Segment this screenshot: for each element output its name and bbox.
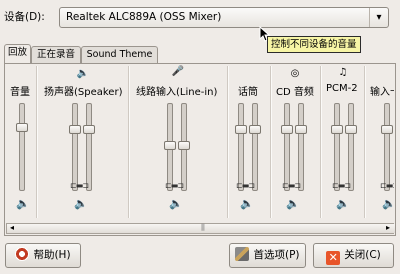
speaker-icon[interactable]: 🔈 [169, 197, 183, 210]
cd-icon: ◎ [290, 68, 300, 79]
slider-cd-left[interactable] [284, 103, 290, 191]
slider-thumb[interactable] [69, 125, 81, 135]
channel-lock-icon[interactable]: ⊏▬⊐ [380, 181, 394, 190]
channel-label-cd: CD 音频 [276, 87, 314, 98]
channel-label-input: 输入卡 [370, 87, 394, 98]
tab-recording[interactable]: 正在录音 [31, 46, 81, 63]
microphone-icon: 🎤 [171, 66, 185, 77]
slider-thumb[interactable] [235, 125, 247, 135]
slider-pcm2-left[interactable] [334, 103, 340, 191]
channel-label-mic: 话筒 [238, 87, 258, 98]
slider-thumb[interactable] [295, 125, 307, 135]
slider-thumb[interactable] [178, 140, 190, 150]
tools-icon [235, 247, 250, 261]
channel-lock-icon[interactable]: ⊏▬⊐ [70, 181, 89, 190]
preferences-button[interactable]: 首选项(P) [229, 243, 306, 268]
music-note-icon: ♫ [338, 67, 348, 78]
slider-thumb[interactable] [281, 125, 293, 135]
slider-thumb[interactable] [16, 122, 28, 132]
slider-thumb[interactable] [164, 140, 176, 150]
close-button-label: 关闭(C) [344, 249, 381, 261]
slider-speaker-left[interactable] [72, 103, 78, 191]
channel-lock-icon[interactable]: ⊏▬⊐ [236, 181, 255, 190]
slider-thumb[interactable] [381, 125, 393, 135]
horizontal-scrollbar[interactable]: ◂ ⫼ ▸ [6, 223, 395, 234]
preferences-button-label: 首选项(P) [253, 249, 300, 261]
slider-input[interactable] [384, 103, 390, 191]
speaker-icon[interactable]: 🔈 [16, 197, 30, 210]
help-button[interactable]: 帮助(H) [5, 243, 81, 268]
scroll-right-icon[interactable]: ▸ [383, 223, 393, 232]
channel-lock-icon[interactable]: ⊏▬⊐ [332, 181, 351, 190]
speaker-icon[interactable]: 🔈 [286, 197, 300, 210]
help-button-label: 帮助(H) [33, 249, 71, 261]
close-icon: ✕ [326, 251, 341, 265]
speaker-icon[interactable]: 🔈 [382, 197, 394, 210]
slider-mic-left[interactable] [238, 103, 244, 191]
close-button[interactable]: ✕ 关闭(C) [313, 243, 394, 268]
channel-lock-icon[interactable]: ⊏▬⊐ [282, 181, 301, 190]
slider-mic-right[interactable] [252, 103, 258, 191]
slider-master[interactable] [19, 103, 25, 191]
speaker-icon[interactable]: 🔈 [336, 197, 350, 210]
slider-thumb[interactable] [249, 125, 261, 135]
channel-label-master: 音量 [10, 87, 30, 98]
speaker-icon: 🔈 [76, 68, 90, 79]
grip-icon: ⫼ [201, 223, 205, 232]
channel-label-pcm2: PCM-2 [326, 83, 358, 94]
device-select-value: Realtek ALC889A (OSS Mixer) [66, 11, 222, 23]
device-select[interactable]: Realtek ALC889A (OSS Mixer) ▾ [59, 7, 389, 28]
slider-speaker-right[interactable] [86, 103, 92, 191]
tab-playback[interactable]: 回放 [4, 44, 31, 64]
tooltip: 控制不同设备的音量 [267, 36, 361, 53]
channel-label-speaker: 扬声器(Speaker) [44, 87, 123, 98]
slider-thumb[interactable] [345, 125, 357, 135]
slider-thumb[interactable] [331, 125, 343, 135]
device-label: 设备(D): [4, 11, 45, 23]
speaker-icon[interactable]: 🔈 [240, 197, 254, 210]
scroll-left-icon[interactable]: ◂ [7, 223, 17, 232]
chevron-down-icon[interactable]: ▾ [369, 8, 388, 27]
tab-sound-theme[interactable]: Sound Theme [81, 46, 158, 63]
channel-label-line-in: 线路输入(Line-in) [136, 87, 218, 98]
slider-thumb[interactable] [83, 125, 95, 135]
speaker-icon[interactable]: 🔈 [74, 197, 88, 210]
slider-cd-right[interactable] [298, 103, 304, 191]
help-icon [15, 247, 30, 261]
channel-lock-icon[interactable]: ⊏▬⊐ [165, 181, 184, 190]
slider-pcm2-right[interactable] [348, 103, 354, 191]
